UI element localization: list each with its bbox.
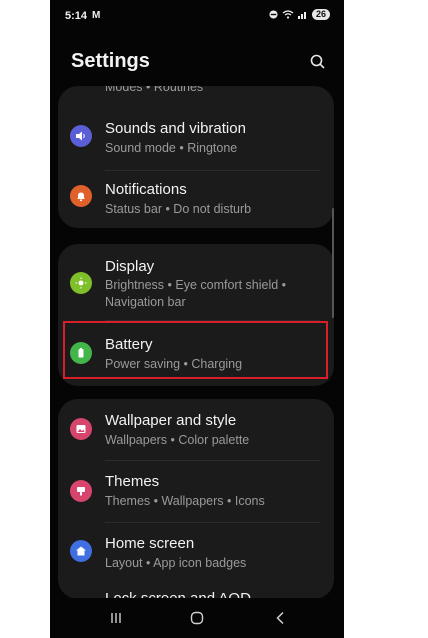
page-title: Settings (71, 50, 150, 72)
home-screen-sub: Layout • App icon badges (105, 556, 247, 570)
sounds-vibration-item[interactable]: Sounds and vibration Sound mode • Ringto… (58, 108, 334, 168)
signal-icon (297, 12, 306, 19)
sun-icon (70, 272, 92, 294)
home-screen-label: Home screen (105, 535, 195, 552)
image-icon (70, 418, 92, 440)
home-button[interactable] (177, 606, 217, 630)
sounds-vibration-sub: Sound mode • Ringtone (105, 141, 238, 155)
theme-icon (70, 480, 92, 502)
battery-highlight-box (63, 321, 328, 379)
wallpaper-style-sub: Wallpapers • Color palette (105, 433, 250, 447)
notifications-sub: Status bar • Do not disturb (105, 202, 252, 216)
notifications-item[interactable]: Notifications Status bar • Do not distur… (58, 170, 334, 228)
back-button[interactable] (260, 606, 300, 630)
themes-sub: Themes • Wallpapers • Icons (105, 494, 265, 508)
display-item[interactable]: Display Brightness • Eye comfort shield … (58, 244, 334, 318)
wallpaper-style-item[interactable]: Wallpaper and style Wallpapers • Color p… (58, 399, 334, 459)
status-bar: 5:14 M 26 (50, 0, 344, 30)
notifications-label: Notifications (105, 181, 187, 198)
battery-level: 26 (311, 9, 330, 20)
phone-screen: 5:14 M 26 Settings Modes • Routines Soun… (50, 0, 344, 638)
status-time: 5:14 (65, 10, 88, 22)
mail-icon: M (92, 10, 101, 21)
themes-item[interactable]: Themes Themes • Wallpapers • Icons (58, 461, 334, 521)
dnd-icon (269, 10, 278, 19)
themes-label: Themes (105, 473, 160, 490)
home-screen-item[interactable]: Home screen Layout • App icon badges (58, 523, 334, 583)
home-nav-icon (190, 611, 204, 625)
modes-routines-sub[interactable]: Modes • Routines (105, 86, 203, 96)
bell-icon (70, 185, 92, 207)
navigation-bar (50, 598, 344, 638)
scrollbar[interactable] (332, 208, 334, 318)
display-sub-2: Navigation bar (105, 295, 186, 309)
settings-card-3: Wallpaper and style Wallpapers • Color p… (58, 399, 334, 599)
wifi-icon (282, 10, 294, 19)
volume-icon (70, 125, 92, 147)
wallpaper-style-label: Wallpaper and style (105, 412, 237, 429)
display-sub: Brightness • Eye comfort shield • (105, 278, 287, 292)
display-label: Display (105, 258, 155, 275)
settings-card-1: Modes • Routines Sounds and vibration So… (58, 86, 334, 228)
recents-button[interactable] (96, 606, 136, 630)
search-icon[interactable] (308, 52, 328, 72)
recents-icon (111, 613, 121, 623)
sounds-vibration-label: Sounds and vibration (105, 120, 246, 137)
back-icon (276, 611, 284, 625)
home-icon (70, 540, 92, 562)
status-right: 26 (269, 9, 330, 20)
